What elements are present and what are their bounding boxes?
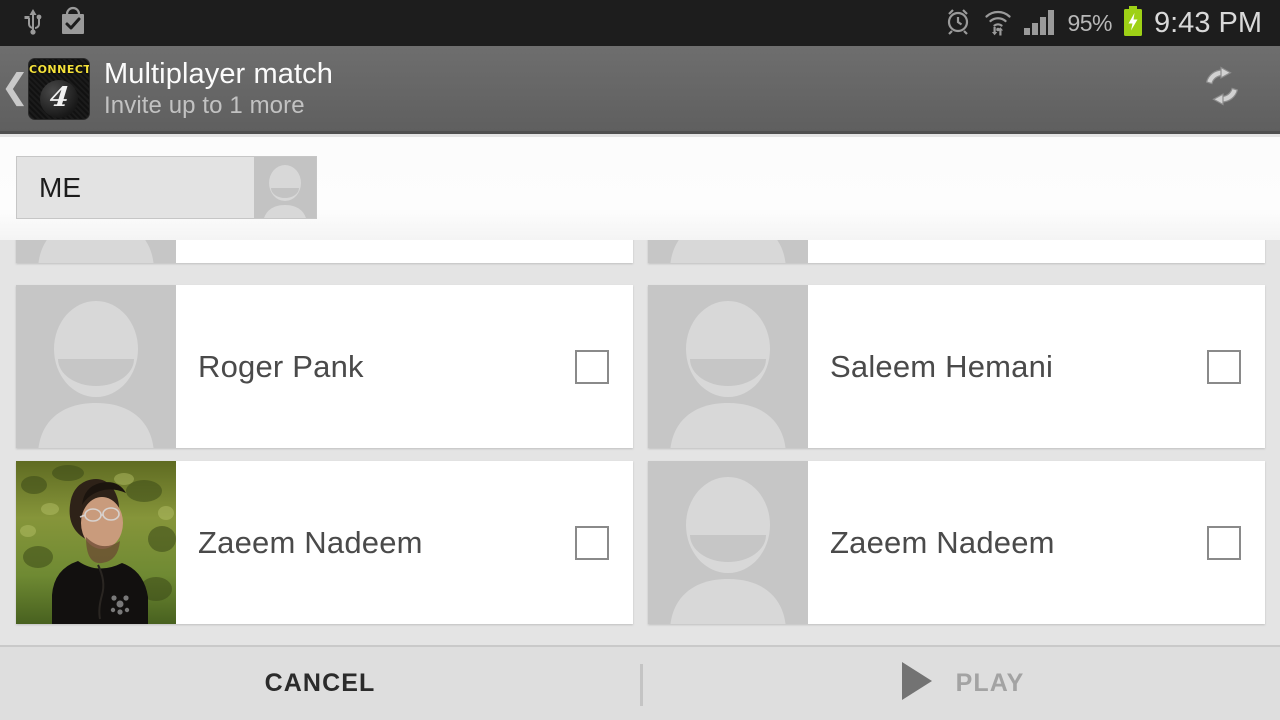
player-photo (16, 461, 176, 624)
player-name: Roger Pank (198, 348, 364, 384)
back-chevron-icon[interactable]: ❮ (0, 70, 30, 107)
default-person-avatar-icon (38, 240, 154, 263)
cancel-button[interactable]: CANCEL (0, 647, 640, 720)
status-bar: 95% 9:43 PM (0, 0, 1280, 46)
player-card-body (808, 240, 1265, 263)
player-card[interactable]: Saleem Hemani (648, 285, 1265, 448)
bottom-bar-divider (640, 664, 643, 706)
default-person-avatar-icon (38, 301, 154, 448)
player-name: Zaeem Nadeem (198, 524, 423, 560)
player-card[interactable]: Zaeem Nadeem (648, 461, 1265, 624)
player-card[interactable] (16, 240, 633, 263)
player-select-checkbox[interactable] (1207, 525, 1241, 560)
player-avatar (16, 285, 176, 448)
player-avatar (648, 461, 808, 624)
player-avatar (16, 461, 176, 624)
wifi-icon (983, 6, 1013, 41)
player-card-body: Roger Pank (176, 285, 633, 448)
me-chip-band: ME (0, 137, 1280, 240)
me-chip-avatar (254, 157, 316, 218)
status-bar-right-icons: 95% 9:43 PM (943, 5, 1280, 42)
usb-icon (22, 6, 44, 41)
battery-charging-icon (1122, 5, 1144, 42)
status-bar-clock: 9:43 PM (1154, 6, 1262, 39)
connect-four-app-icon[interactable]: CONNECT 4 (28, 57, 90, 120)
default-person-avatar-icon (670, 477, 786, 624)
player-avatar (648, 240, 808, 263)
player-name: Saleem Hemani (830, 348, 1054, 384)
action-bar-titles: Multiplayer match Invite up to 1 more (104, 57, 333, 120)
default-person-avatar-icon (670, 301, 786, 448)
bottom-action-bar: CANCEL PLAY (0, 645, 1280, 720)
app-icon-glyph: 4 (47, 82, 71, 113)
player-select-checkbox[interactable] (575, 525, 609, 560)
alarm-icon (943, 6, 973, 41)
refresh-icon (1197, 61, 1247, 116)
me-chip[interactable]: ME (16, 156, 317, 219)
player-card[interactable]: Zaeem Nadeem (16, 461, 633, 624)
player-card-body: Saleem Hemani (808, 285, 1265, 448)
player-select-checkbox[interactable] (575, 349, 609, 384)
status-bar-left-icons (0, 5, 88, 42)
multiplayer-match-screen: 95% 9:43 PM ❮ CONNECT 4 Multiplayer matc… (0, 0, 1280, 720)
player-card-body (176, 240, 633, 263)
play-label: PLAY (955, 669, 1025, 697)
page-title: Multiplayer match (104, 58, 333, 90)
player-card[interactable]: Roger Pank (16, 285, 633, 448)
signal-icon (1023, 6, 1057, 41)
app-icon-word: CONNECT (29, 62, 90, 76)
player-avatar (648, 285, 808, 448)
play-triangle-icon (896, 658, 938, 709)
action-bar: ❮ CONNECT 4 Multiplayer match Invite up … (0, 46, 1280, 134)
cancel-label: CANCEL (264, 669, 376, 697)
refresh-button[interactable] (1194, 61, 1250, 117)
app-icon-circle: 4 (40, 79, 78, 118)
player-name: Zaeem Nadeem (830, 524, 1055, 560)
me-chip-label: ME (17, 157, 254, 218)
player-avatar (16, 240, 176, 263)
page-subtitle: Invite up to 1 more (104, 92, 305, 119)
player-card-body: Zaeem Nadeem (808, 461, 1265, 624)
battery-percent-label: 95% (1067, 9, 1112, 36)
player-select-checkbox[interactable] (1207, 349, 1241, 384)
shopping-bag-check-icon (58, 5, 88, 42)
player-list[interactable]: Roger Pank Saleem Hemani Zaeem Nadeem Za… (0, 240, 1280, 645)
player-card-body: Zaeem Nadeem (176, 461, 633, 624)
play-button[interactable]: PLAY (640, 647, 1280, 720)
default-person-avatar-icon (670, 240, 786, 263)
player-card[interactable] (648, 240, 1265, 263)
default-person-avatar-icon (264, 165, 306, 218)
